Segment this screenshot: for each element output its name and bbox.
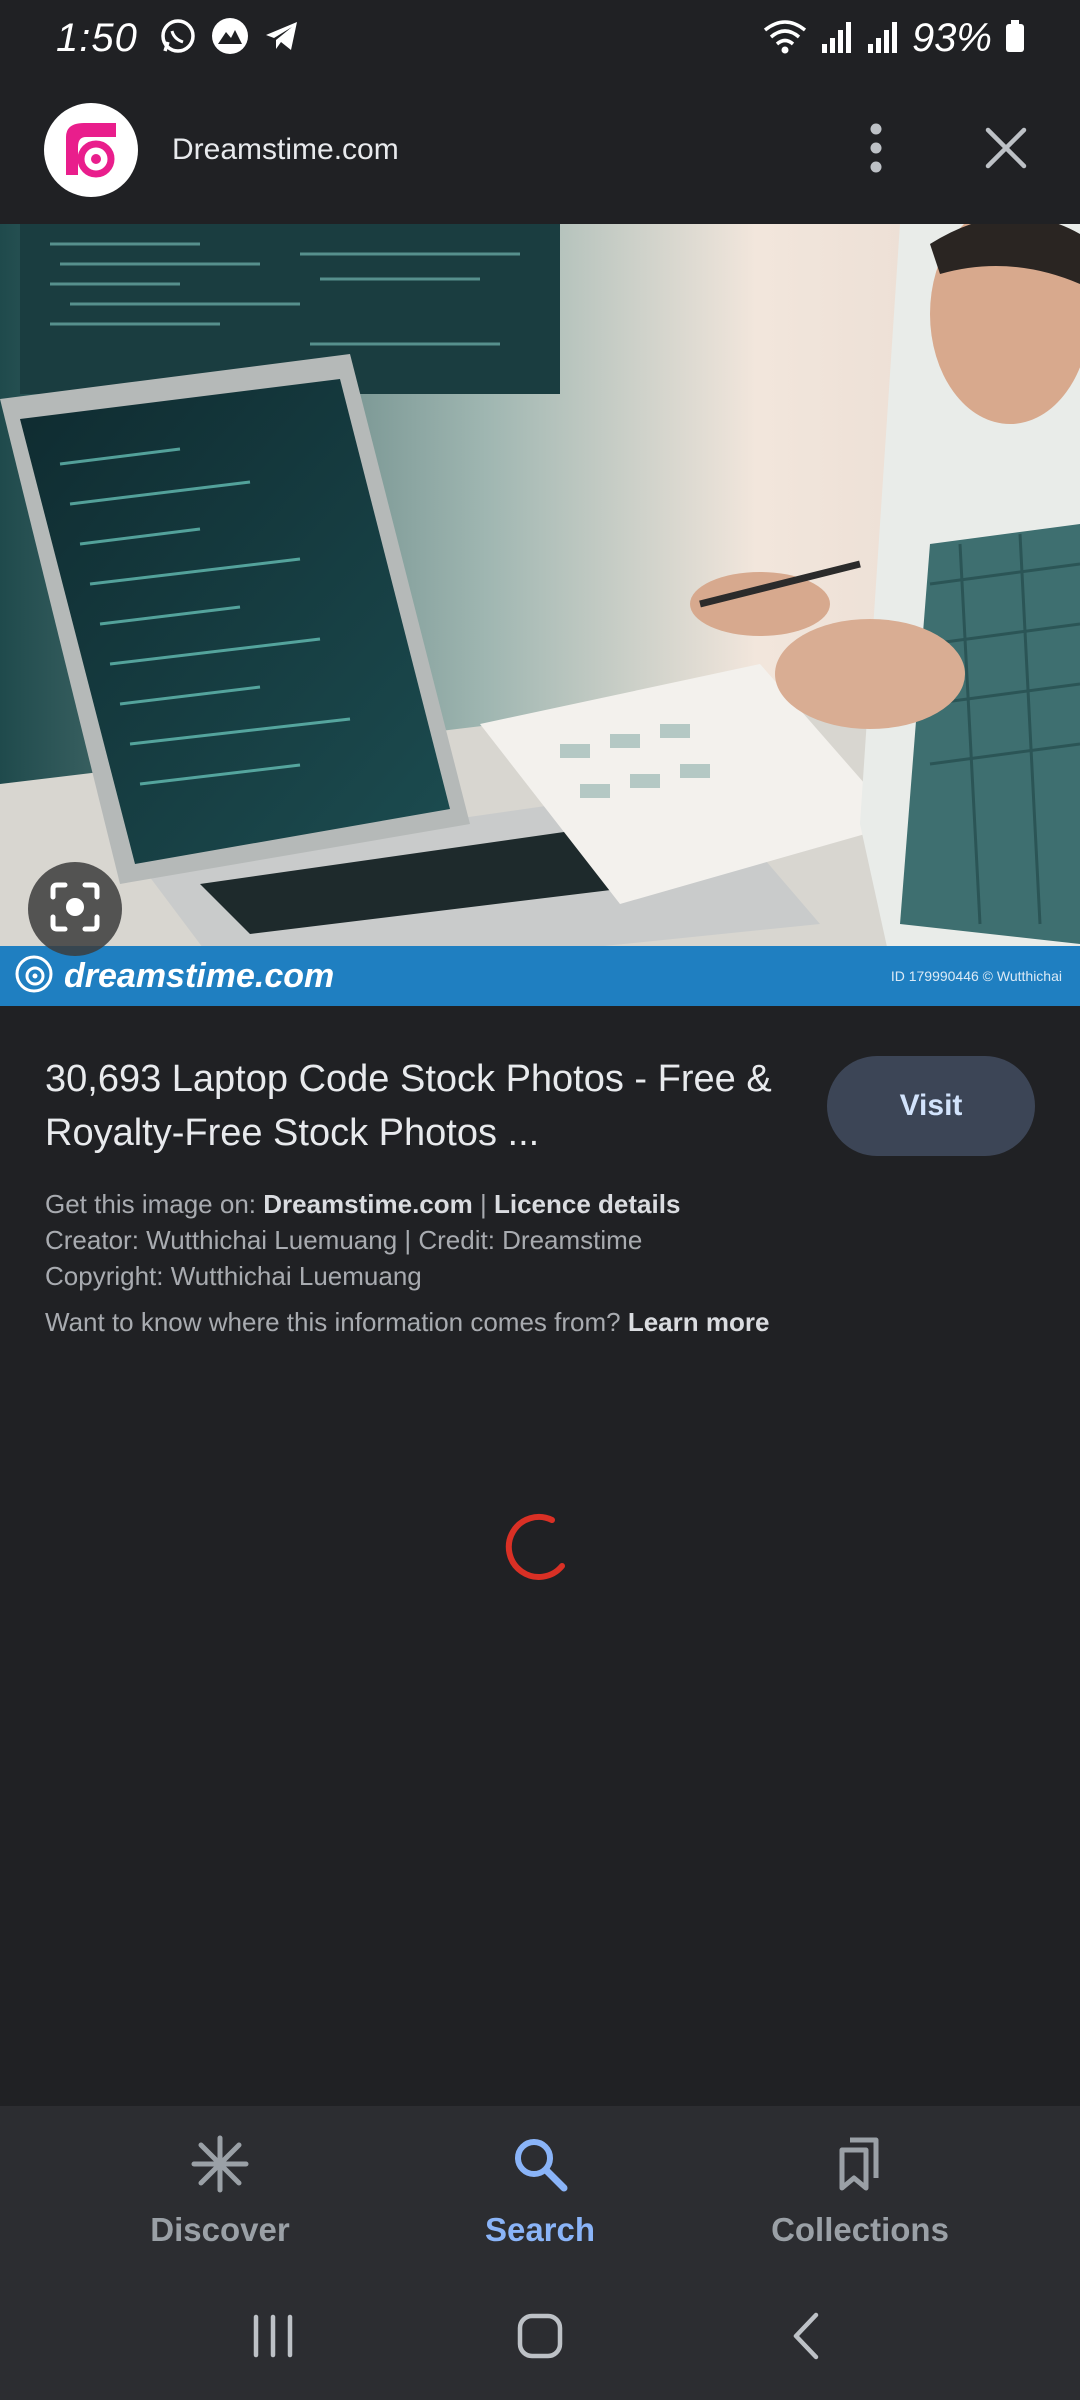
copyright-line: Copyright: Wutthichai Luemuang [45,1261,422,1291]
result-image[interactable]: dreamstime.com ID 179990446 © Wutthichai [0,224,1080,1006]
result-title[interactable]: 30,693 Laptop Code Stock Photos - Free &… [45,1052,785,1160]
creator-line: Creator: Wutthichai Luemuang | Credit: D… [45,1225,643,1255]
title-row: 30,693 Laptop Code Stock Photos - Free &… [45,1052,1035,1160]
nav-search[interactable]: Search [410,2134,670,2249]
clock: 1:50 [56,15,138,60]
signal-icon [866,16,900,61]
dreamstime-watermark-icon [14,954,54,999]
bottom-navigation: Discover Search Collections [0,2106,1080,2276]
info-source-line: Want to know where this information come… [45,1304,1035,1340]
screen: 1:50 93% Dreamstime.com dreamstime.com I… [0,0,1080,2400]
image-metadata: Get this image on: Dreamstime.com | Lice… [45,1186,1035,1340]
back-icon [782,2311,832,2366]
more-vert-icon [866,123,886,178]
watermark-left: dreamstime.com [14,954,334,999]
nav-collections[interactable]: Collections [730,2134,990,2249]
status-right: 93% [762,16,1026,61]
source-line: Get this image on: Dreamstime.com | Lice… [45,1186,1035,1222]
recent-apps-button[interactable] [233,2298,313,2378]
source-link[interactable]: Dreamstime.com [263,1189,473,1219]
watermark-text: dreamstime.com [64,956,335,995]
nav-discover-label: Discover [150,2210,290,2248]
result-info: 30,693 Laptop Code Stock Photos - Free &… [0,1006,1080,1340]
signal-icon [820,16,854,61]
google-lens-button[interactable] [28,862,122,956]
get-image-label: Get this image on: [45,1189,264,1219]
licence-details-link[interactable]: Licence details [494,1189,680,1219]
visit-button[interactable]: Visit [827,1056,1035,1156]
more-options-button[interactable] [846,120,906,180]
watermark-bar: dreamstime.com ID 179990446 © Wutthichai [0,946,1080,1006]
close-button[interactable] [976,120,1036,180]
watermark-id: ID 179990446 © Wutthichai [890,968,1062,984]
learn-more-link[interactable]: Learn more [628,1307,770,1337]
recent-apps-icon [248,2311,298,2366]
home-button[interactable] [500,2298,580,2378]
nav-search-label: Search [484,2210,596,2248]
laptop-code-photo [0,224,1080,1006]
app-icon [210,16,250,61]
telegram-icon [262,16,302,61]
home-icon [515,2311,565,2366]
lens-icon [49,881,101,938]
close-icon [984,126,1028,175]
result-header: Dreamstime.com [0,76,1080,224]
nav-collections-label: Collections [771,2210,949,2248]
back-button[interactable] [767,2298,847,2378]
status-left: 1:50 [56,16,302,61]
asterisk-icon [190,2134,250,2199]
info-question: Want to know where this information come… [45,1307,628,1337]
nav-discover[interactable]: Discover [90,2134,350,2249]
whatsapp-icon [158,16,198,61]
search-icon [510,2134,570,2199]
battery-icon [1004,16,1026,61]
site-name[interactable]: Dreamstime.com [172,133,846,167]
loading-spinner [500,1506,580,1586]
battery-percent: 93% [911,15,992,60]
system-navigation-bar [0,2276,1080,2400]
separator: | [472,1189,494,1219]
wifi-icon [762,16,808,61]
bookmarks-icon [830,2134,890,2199]
status-bar: 1:50 93% [0,0,1080,76]
dreamstime-logo[interactable] [44,103,138,197]
